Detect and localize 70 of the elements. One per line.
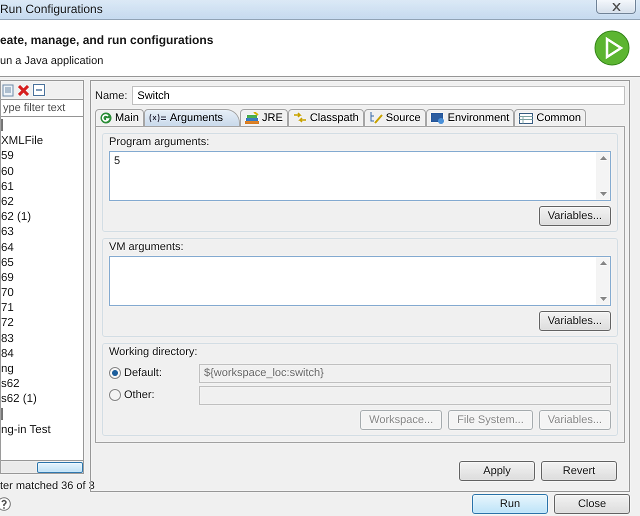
button[interactable]: Apply [459,461,535,481]
tab[interactable]: Main [95,109,144,126]
button[interactable]: Variables... [538,206,611,226]
scroll-down-icon[interactable] [600,192,606,196]
name-field[interactable]: Switch [132,86,625,105]
tree-item[interactable]: 70 [1,286,83,302]
run-icon [100,112,112,124]
window-title: Run Configurations [0,1,103,16]
close-button[interactable] [596,0,636,14]
books-icon [245,112,260,124]
tree-item[interactable]: 84 [1,346,83,362]
radio-button[interactable] [109,389,121,401]
tree-item[interactable]: s62 [1,377,83,392]
tab[interactable]: Environment [426,109,514,126]
tree-item[interactable]: ng [1,362,83,378]
button[interactable]: Revert [541,461,617,481]
tab[interactable]: Classpath [288,109,364,126]
tree-item[interactable]: 83 [1,332,83,347]
delete-icon[interactable] [18,84,29,96]
tab[interactable]: Source [364,109,426,126]
tree-item[interactable]: 59 [1,149,83,165]
tree-item[interactable]: 62 [1,194,83,210]
button[interactable]: Close [554,494,630,514]
radio-label: Other: [124,389,156,401]
button[interactable]: Run [472,494,548,514]
tree-item[interactable]: 60 [1,164,83,180]
tree-item[interactable]: ng-in Test [1,422,83,438]
tab[interactable]: JRE [240,109,288,126]
tab[interactable]: Common [514,109,586,126]
text-area[interactable]: 5 [109,151,611,201]
tree-item[interactable]: XMLFile [1,134,83,150]
variable-icon [148,113,167,123]
directory-field[interactable] [199,386,611,404]
tree-pencil-icon [368,112,383,124]
document-icon[interactable] [2,84,14,96]
tree-item[interactable]: 72 [1,316,83,332]
group-label: VM arguments: [109,241,185,253]
dialog-subtitle: un a Java application [0,55,104,67]
tab[interactable]: Arguments [144,109,240,126]
radio-label: Default: [124,367,163,379]
tree-item[interactable]: 71 [1,301,83,316]
tree-item[interactable]: 62 (1) [1,210,83,226]
scrollbar[interactable] [596,152,610,200]
table-icon [519,112,534,124]
button[interactable]: Variables... [538,311,611,331]
tree-item[interactable]: 65 [1,256,83,271]
environment-icon [430,112,445,124]
group-label: Program arguments: [109,136,210,148]
tree-item[interactable]: 69 [1,270,83,286]
text-area[interactable] [109,256,611,306]
scroll-up-icon[interactable] [600,261,606,265]
scrollbar[interactable] [0,461,84,474]
close-icon [612,2,620,10]
directory-field[interactable]: ${workspace_loc:switch} [199,364,611,382]
arrows-icon [292,112,307,124]
scroll-down-icon[interactable] [600,297,606,301]
tree-item[interactable]: 64 [1,240,83,256]
tree-item[interactable]: 61 [1,180,83,195]
name-label: Name: [95,90,128,102]
tree-item[interactable]: s62 (1) [1,392,83,408]
scroll-up-icon[interactable] [600,156,606,160]
scrollbar[interactable] [596,257,610,305]
radio-button[interactable] [109,367,121,379]
filter-field[interactable]: ype filter text [0,99,84,117]
collapse-icon[interactable] [33,84,45,96]
play-icon [594,30,630,66]
help-icon[interactable] [0,497,14,511]
dialog-heading: eate, manage, and run configurations [0,33,214,47]
tree-item[interactable]: 63 [1,225,83,240]
group-label: Working directory: [109,346,198,358]
